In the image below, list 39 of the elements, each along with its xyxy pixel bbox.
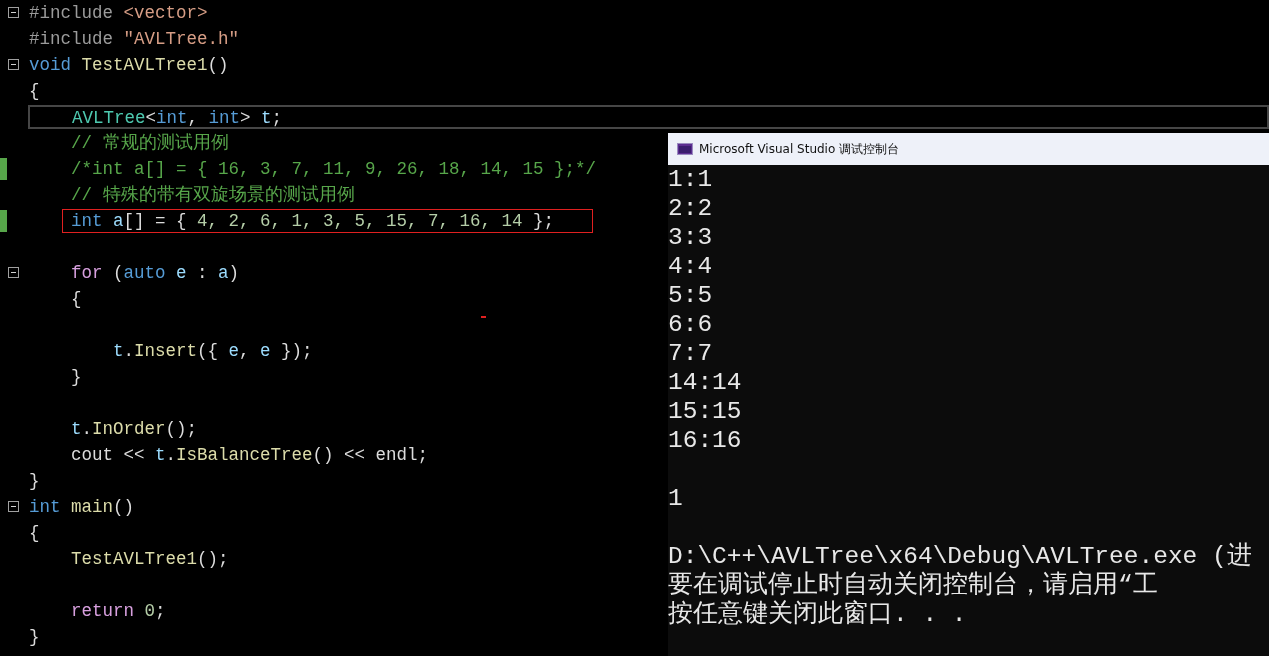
console-line: 14:14 [668, 368, 742, 397]
code-line: } [28, 626, 41, 649]
code-line: return 0; [70, 600, 167, 623]
console-line: 7:7 [668, 339, 713, 368]
console-app-icon [677, 143, 693, 155]
console-line: 1 [668, 484, 683, 513]
code-line: int main() [28, 496, 136, 519]
code-line: #include <vector> [28, 2, 209, 25]
code-line: { [70, 288, 83, 311]
code-line: t.InOrder(); [70, 418, 199, 441]
code-line: } [70, 366, 83, 389]
code-line: // 特殊的带有双旋场景的测试用例 [70, 184, 356, 207]
console-line: 要在调试停止时自动关闭控制台，请启用“工 [668, 571, 1158, 600]
console-line: 4:4 [668, 252, 713, 281]
console-line: 2:2 [668, 194, 713, 223]
console-line: 16:16 [668, 426, 742, 455]
code-line: cout << t.IsBalanceTree() << endl; [70, 444, 430, 467]
code-line: #include "AVLTree.h" [28, 28, 241, 51]
code-line: TestAVLTree1(); [70, 548, 230, 571]
console-line: 5:5 [668, 281, 713, 310]
console-line: 3:3 [668, 223, 713, 252]
code-line: void TestAVLTree1() [28, 54, 230, 77]
window-title: Microsoft Visual Studio 调试控制台 [699, 140, 900, 158]
console-line: 6:6 [668, 310, 713, 339]
collapse-icon[interactable] [8, 267, 19, 278]
code-line: /*int a[] = { 16, 3, 7, 11, 9, 26, 18, 14, 15 };*/ [70, 158, 598, 181]
code-line: } [28, 470, 41, 493]
code-line: // 常规的测试用例 [70, 132, 230, 155]
code-line: { [28, 522, 41, 545]
code-line: { [28, 80, 41, 103]
console-line: 1:1 [668, 165, 713, 194]
code-line: for (auto e : a) [70, 262, 241, 285]
collapse-icon[interactable] [8, 59, 19, 70]
collapse-icon[interactable] [8, 501, 19, 512]
console-line: D:\C++\AVLTree\x64\Debug\AVLTree.exe (进 [668, 542, 1252, 571]
collapse-icon[interactable] [8, 7, 19, 18]
console-line: 按任意键关闭此窗口. . . [668, 600, 967, 629]
code-line: t.Insert({ e, e }); [112, 340, 314, 363]
console-line: 15:15 [668, 397, 742, 426]
